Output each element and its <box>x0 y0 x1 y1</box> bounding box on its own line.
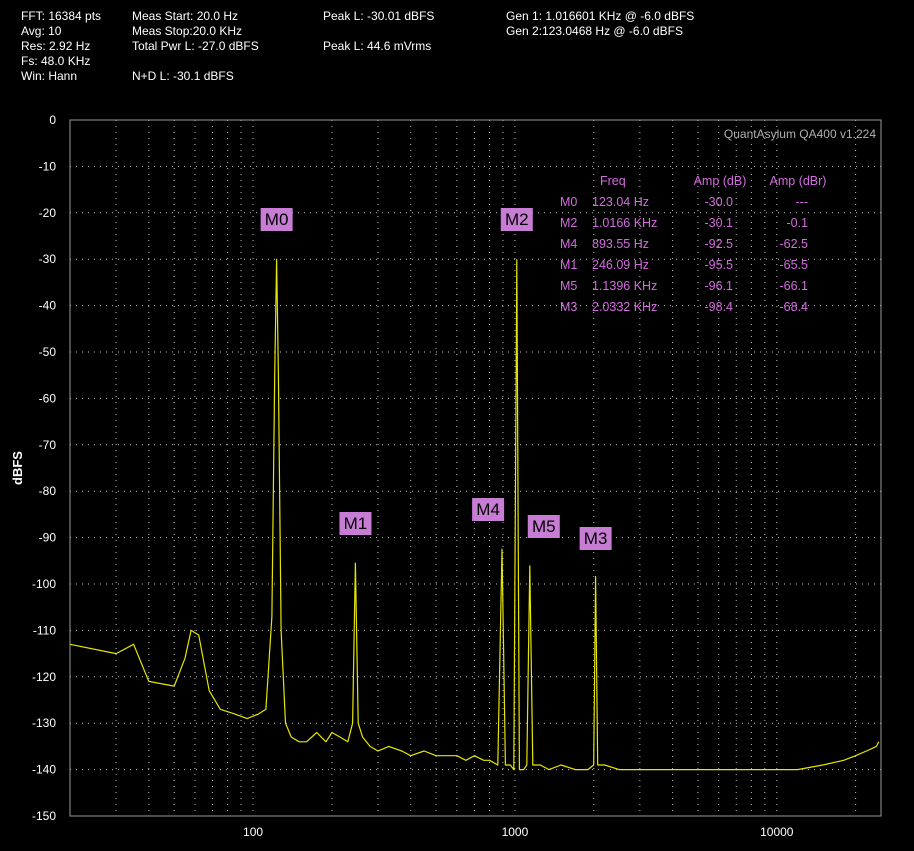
y-tick-label: -60 <box>39 391 57 405</box>
table-cell-freq: 2.0332 KHz <box>592 300 657 314</box>
y-tick-label: -120 <box>32 670 56 684</box>
y-tick-label: -80 <box>39 484 57 498</box>
marker-m2: M2 <box>500 208 533 231</box>
marker-name: M0 <box>265 210 289 229</box>
table-cell-dbr: -66.1 <box>780 279 809 293</box>
table-cell-freq: 1.1396 KHz <box>592 279 657 293</box>
table-cell-amp: -92.5 <box>705 237 734 251</box>
y-tick-label: -70 <box>39 438 57 452</box>
x-tick-label: 10000 <box>760 825 794 839</box>
x-axis-ticks: 100 1000 10000 <box>243 825 794 839</box>
table-cell-dbr: -65.5 <box>780 258 809 272</box>
marker-name: M5 <box>532 517 556 536</box>
marker-m1: M1 <box>339 512 372 535</box>
y-tick-label: -10 <box>39 159 57 173</box>
table-cell-freq: 1.0166 KHz <box>592 216 657 230</box>
marker-m3: M3 <box>579 527 612 550</box>
table-cell-marker: M4 <box>560 237 577 251</box>
table-cell-freq: 123.04 Hz <box>592 195 649 209</box>
marker-name: M2 <box>505 210 529 229</box>
table-header: Freq <box>600 174 626 188</box>
table-cell-amp: -30.0 <box>705 195 734 209</box>
y-tick-label: -50 <box>39 345 57 359</box>
table-cell-dbr: --- <box>796 195 809 209</box>
x-tick-label: 100 <box>243 825 263 839</box>
table-cell-marker: M5 <box>560 279 577 293</box>
y-axis-ticks: 0 -10 -20 -30 -40 -50 -60 -70 -80 -90 -100 -110 -120… <box>32 113 56 823</box>
table-cell-marker: M0 <box>560 195 577 209</box>
y-tick-label: 0 <box>49 113 56 127</box>
table-cell-amp: -30.1 <box>705 216 734 230</box>
table-cell-dbr: -0.1 <box>786 216 808 230</box>
table-cell-amp: -96.1 <box>705 279 734 293</box>
table-cell-freq: 893.55 Hz <box>592 237 649 251</box>
spectrum-chart[interactable]: 0 -10 -20 -30 -40 -50 -60 -70 -80 -90 -100 -110 -120… <box>0 0 914 851</box>
marker-m5: M5 <box>527 515 560 538</box>
table-cell-marker: M3 <box>560 300 577 314</box>
table-cell-marker: M2 <box>560 216 577 230</box>
y-tick-label: -30 <box>39 252 57 266</box>
y-tick-label: -110 <box>33 623 56 637</box>
y-tick-label: -40 <box>39 299 57 313</box>
y-axis-label: dBFS <box>10 451 25 485</box>
grid <box>70 120 881 816</box>
table-cell-amp: -95.5 <box>705 258 734 272</box>
plot-frame <box>69 119 882 817</box>
marker-name: M3 <box>584 529 608 548</box>
marker-m0: M0 <box>260 208 293 231</box>
y-tick-label: -20 <box>39 206 57 220</box>
y-tick-label: -140 <box>32 763 56 777</box>
table-cell-amp: -98.4 <box>705 300 734 314</box>
marker-name: M4 <box>476 500 500 519</box>
y-tick-label: -90 <box>39 531 57 545</box>
table-header: Amp (dB) <box>694 174 747 188</box>
y-tick-label: -150 <box>32 809 56 823</box>
table-cell-dbr: -62.5 <box>780 237 809 251</box>
x-tick-label: 1000 <box>502 825 529 839</box>
marker-table: Freq Amp (dB) Amp (dBr) M0 123.04 Hz -30.0 ---… <box>560 174 826 314</box>
table-cell-marker: M1 <box>560 258 577 272</box>
y-tick-label: -130 <box>32 716 56 730</box>
marker-m4: M4 <box>472 498 505 521</box>
table-header: Amp (dBr) <box>770 174 827 188</box>
marker-name: M1 <box>344 514 368 533</box>
watermark: QuantAsylum QA400 v1.224 <box>724 127 876 141</box>
y-tick-label: -100 <box>32 577 56 591</box>
table-cell-dbr: -68.4 <box>780 300 809 314</box>
table-cell-freq: 246.09 Hz <box>592 258 649 272</box>
